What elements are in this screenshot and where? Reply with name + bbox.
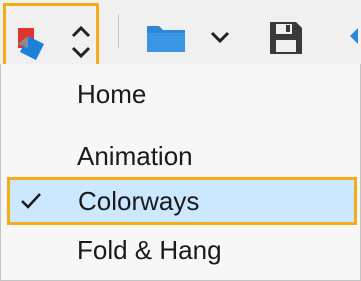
menu-item-label: Animation — [77, 141, 193, 171]
toolbar-separator — [118, 14, 119, 48]
chevron-down-icon[interactable] — [210, 30, 230, 44]
menu-item-label: Colorways — [78, 186, 200, 216]
menu-item-animation[interactable]: Animation — [6, 134, 358, 178]
menu-item-home[interactable]: Home — [6, 74, 358, 114]
menu-item-fold-hang[interactable]: Fold & Hang — [6, 228, 358, 272]
floppy-disk-icon[interactable] — [268, 20, 304, 56]
layers-color-icon — [18, 28, 44, 60]
menu-item-label: Fold & Hang — [77, 235, 222, 265]
checkmark-icon — [21, 193, 41, 209]
toolbar — [0, 0, 361, 84]
menu-item-label: Home — [77, 79, 147, 109]
chevron-up-down-icon — [71, 25, 91, 59]
menu-item-colorways[interactable]: Colorways — [7, 177, 357, 225]
mode-dropdown-menu: Home Animation Colorways Fold & Hang — [3, 64, 359, 279]
folder-icon[interactable] — [145, 22, 187, 54]
partial-toolbar-icon[interactable] — [350, 28, 361, 44]
